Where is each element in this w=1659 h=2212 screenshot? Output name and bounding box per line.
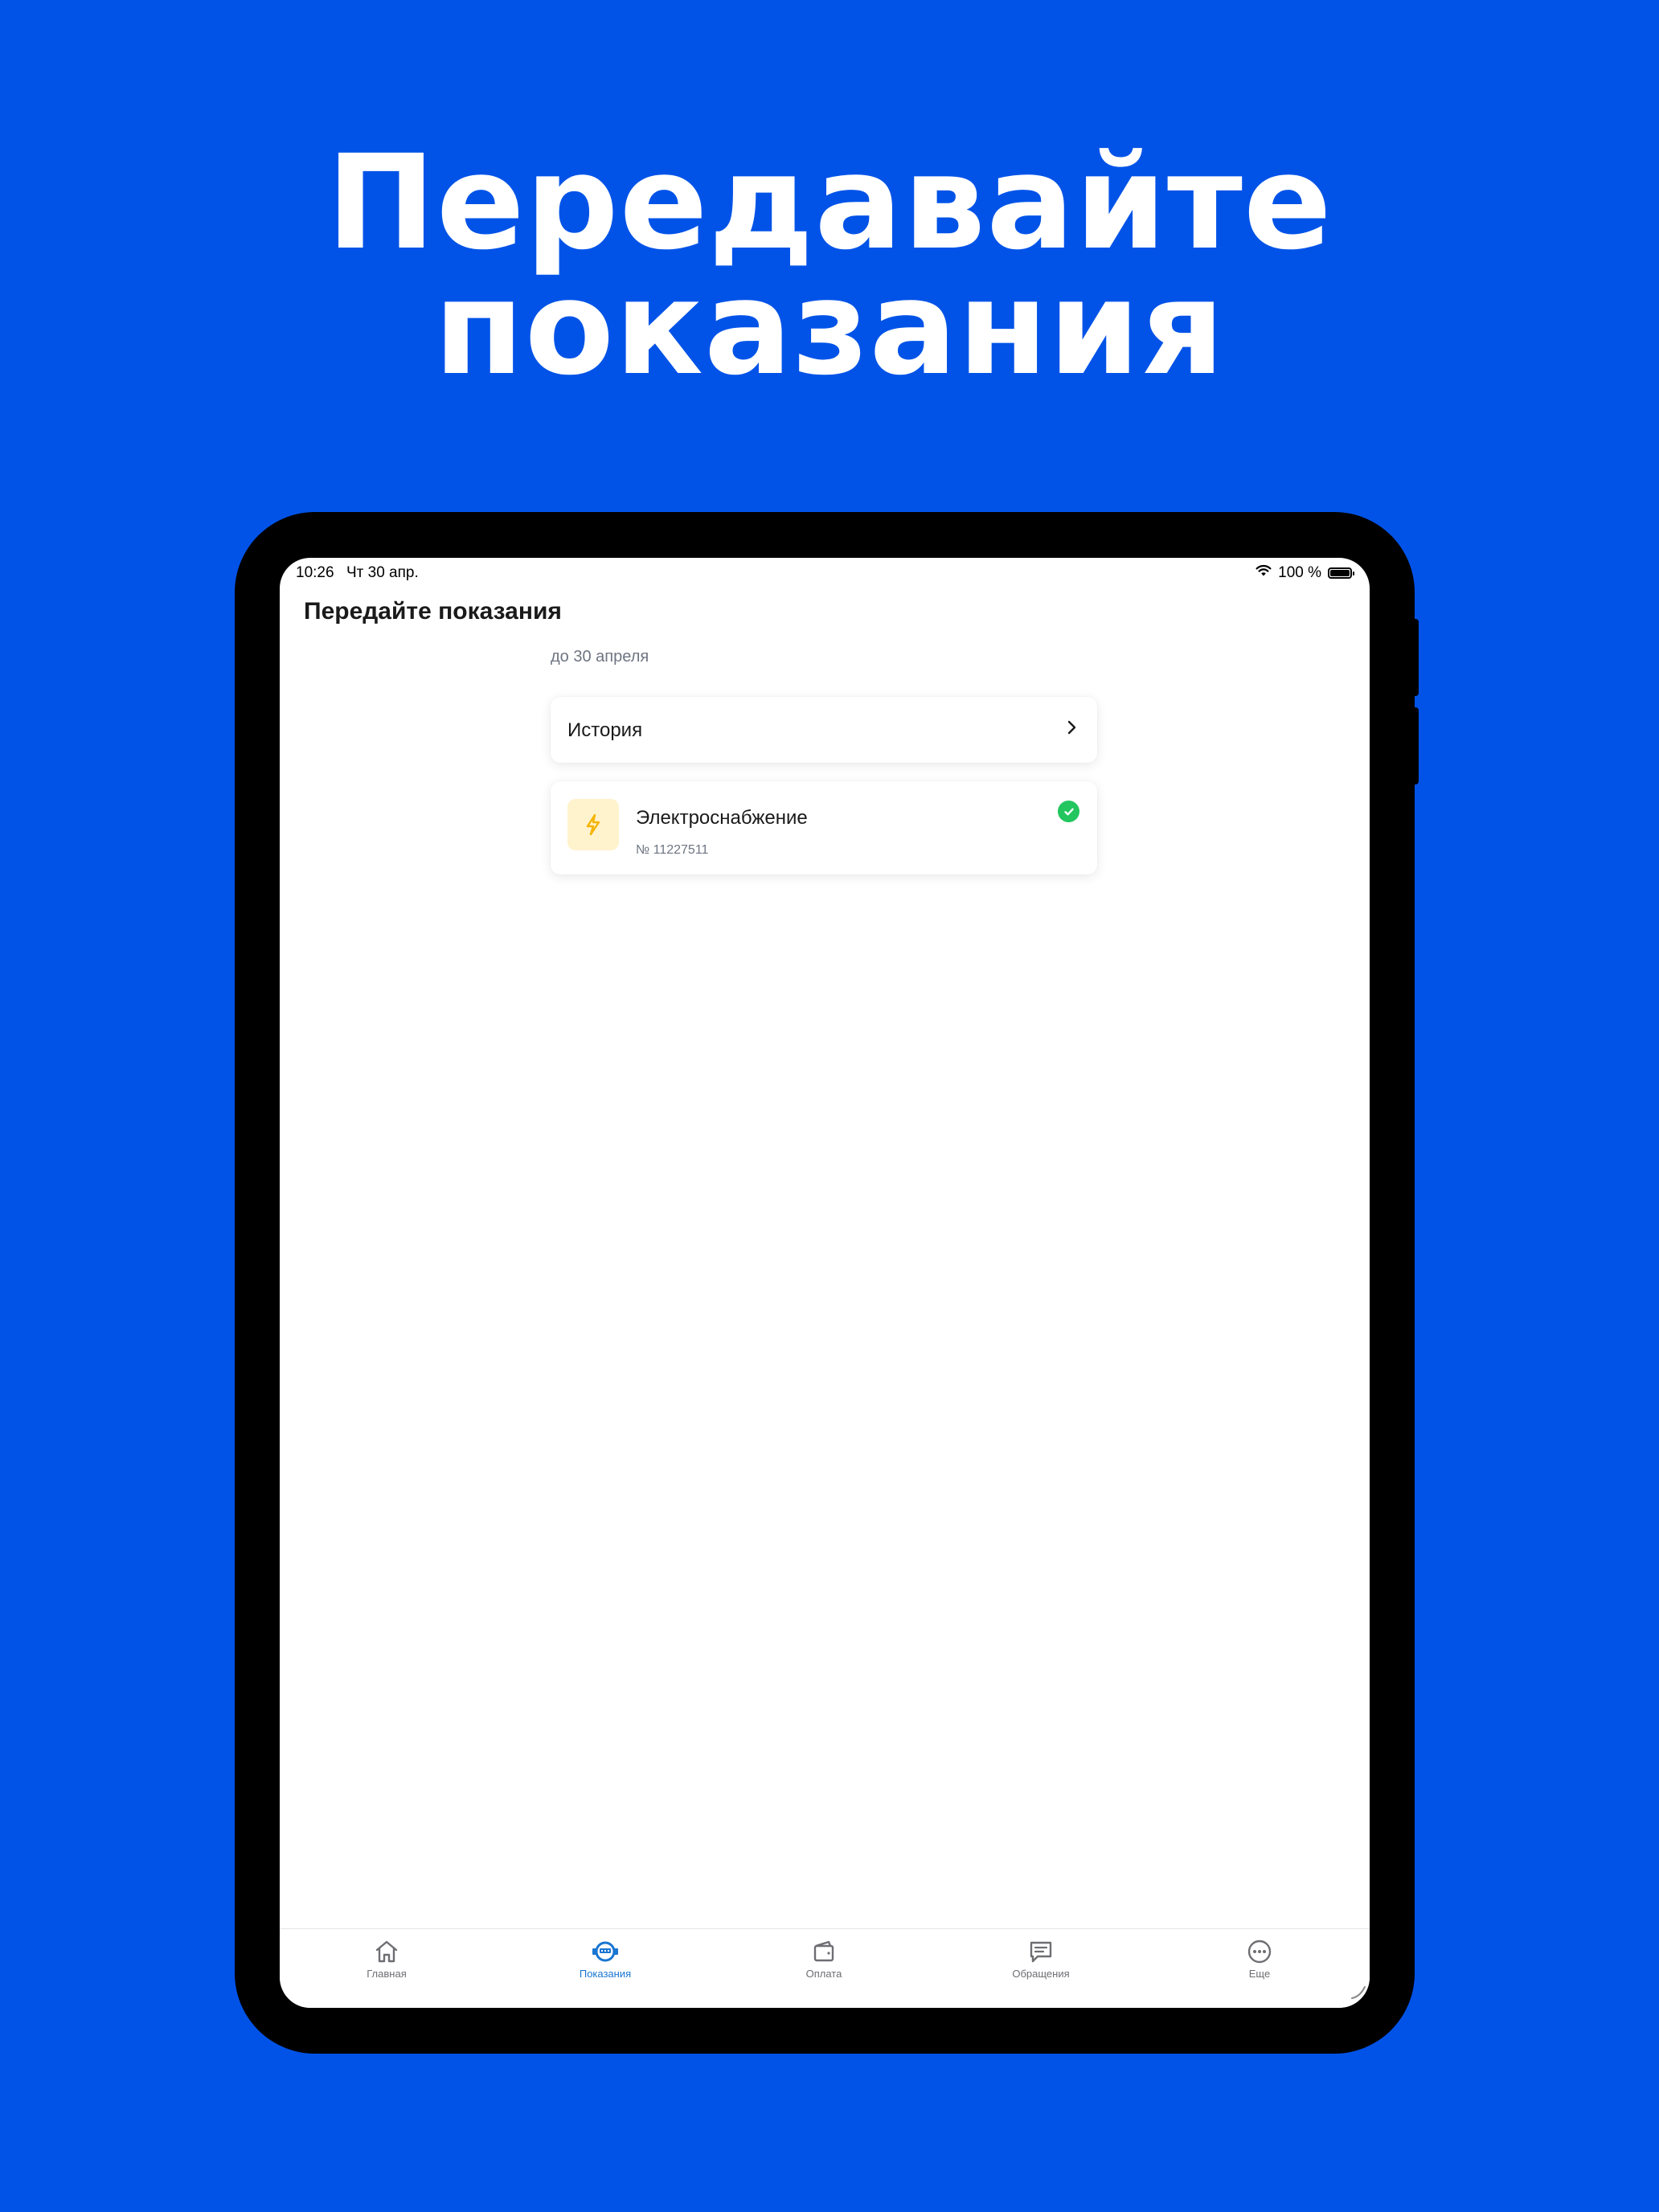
history-row[interactable]: История bbox=[551, 697, 1097, 763]
tab-payment-label: Оплата bbox=[805, 1968, 842, 1980]
status-date: Чт 30 апр. bbox=[346, 564, 419, 581]
wifi-icon bbox=[1256, 564, 1272, 582]
meter-icon bbox=[592, 1941, 618, 1962]
screen-corner-mark bbox=[1351, 1986, 1366, 1999]
home-icon bbox=[375, 1940, 398, 1963]
message-icon bbox=[1030, 1941, 1052, 1963]
more-icon bbox=[1247, 1940, 1272, 1964]
meter-number: № 11227511 bbox=[636, 843, 709, 857]
page-title: Передайте показания bbox=[304, 598, 562, 625]
meter-card-electricity[interactable]: Электроснабжение № 11227511 bbox=[551, 781, 1097, 875]
tablet-screen: 10:26 Чт 30 апр. 100 % Передайте показан… bbox=[280, 558, 1370, 2008]
volume-down-button bbox=[1411, 707, 1419, 784]
headline-line-2: показания bbox=[433, 253, 1226, 404]
headline-line-1: Передавайте bbox=[326, 128, 1333, 279]
status-bar: 10:26 Чт 30 апр. 100 % bbox=[280, 558, 1370, 590]
battery-percent: 100 % bbox=[1278, 564, 1321, 581]
tab-bar: Главная Показания Оплата Обращения Еще bbox=[280, 1928, 1370, 2008]
due-date-text: до 30 апреля bbox=[551, 648, 649, 666]
tab-requests-label: Обращения bbox=[1012, 1968, 1070, 1980]
promo-headline: Передавайте показания bbox=[0, 128, 1659, 404]
check-circle-icon bbox=[1058, 801, 1079, 822]
status-indicators: 100 % bbox=[1256, 564, 1354, 582]
lightning-icon bbox=[586, 813, 600, 836]
tab-home-label: Главная bbox=[367, 1968, 407, 1980]
meter-title: Электроснабжение bbox=[636, 807, 808, 829]
tab-readings-label: Показания bbox=[579, 1968, 632, 1980]
status-time: 10:26 bbox=[296, 564, 334, 581]
volume-up-button bbox=[1411, 619, 1419, 696]
wallet-icon bbox=[813, 1940, 834, 1962]
tab-home[interactable]: Главная bbox=[306, 1929, 467, 2008]
tab-more[interactable]: Еще bbox=[1179, 1929, 1340, 2008]
battery-icon bbox=[1328, 567, 1354, 579]
tab-requests[interactable]: Обращения bbox=[961, 1929, 1121, 2008]
tab-payment[interactable]: Оплата bbox=[743, 1929, 904, 2008]
meter-icon-tile bbox=[567, 799, 619, 850]
history-label: История bbox=[567, 719, 643, 741]
tab-more-label: Еще bbox=[1248, 1968, 1271, 1980]
chevron-right-icon bbox=[1067, 720, 1076, 735]
tab-readings[interactable]: Показания bbox=[525, 1929, 686, 2008]
